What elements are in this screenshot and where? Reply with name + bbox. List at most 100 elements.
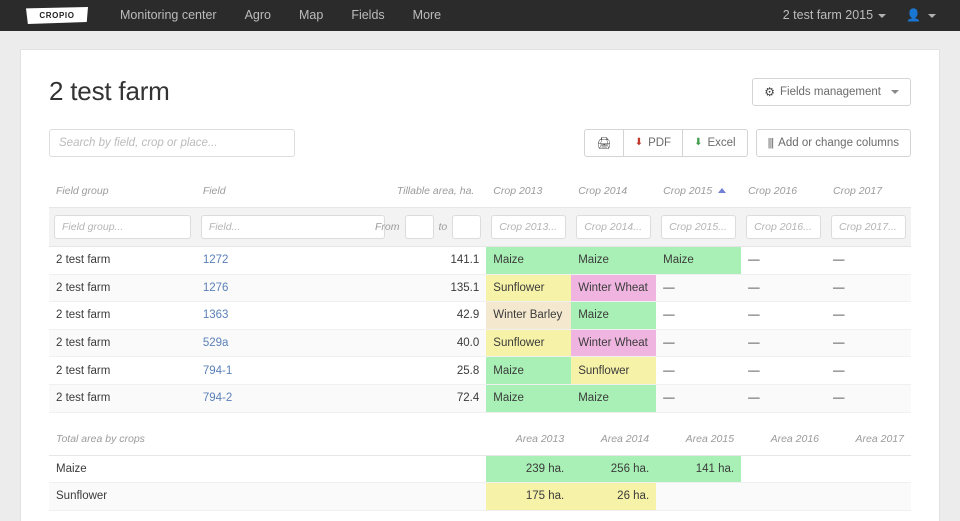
export-pdf-button[interactable]: ⬇ PDF (623, 129, 684, 157)
filter-crop-2014-input[interactable] (576, 215, 652, 239)
filter-field-input[interactable] (200, 215, 385, 239)
table-row[interactable]: 2 test farm 529a 40.0 Sunflower Winter Wheat… (49, 329, 911, 358)
filter-cell-field (195, 207, 390, 247)
cell-crop-2015: — (656, 301, 742, 330)
cropio-logo[interactable]: CROPIO (26, 7, 88, 24)
fields-table: Field group Field Tillable area, ha. Cro… (49, 181, 911, 413)
cell-crop-2013: Sunflower (486, 274, 572, 303)
table-row[interactable]: 2 test farm 794-2 72.4 Maize Maize — — — (49, 384, 911, 413)
primary-nav: Monitoring center Agro Map Fields More (106, 0, 455, 31)
cell-crop-2015: — (656, 356, 742, 385)
search-input[interactable] (49, 129, 295, 157)
nav-item-fields[interactable]: Fields (337, 0, 398, 31)
filter-cell-tillable-area: From to (375, 207, 487, 247)
cell-crop-2014: Winter Wheat (571, 274, 657, 303)
cell-crop-2014: Winter Wheat (571, 329, 657, 358)
field-link[interactable]: 1272 (203, 254, 229, 266)
printer-icon: 🖨 (596, 136, 612, 150)
nav-item-agro[interactable]: Agro (231, 0, 285, 31)
user-menu[interactable]: 👤 (896, 0, 946, 31)
chevron-down-icon (928, 13, 936, 18)
export-excel-label: Excel (707, 137, 736, 149)
export-excel-button[interactable]: ⬇ Excel (683, 129, 748, 157)
cell-crop-2016: — (741, 384, 827, 413)
cell-crop-2013: Winter Barley (486, 301, 572, 330)
cell-crop-2017: — (826, 329, 911, 358)
cell-tillable-area: 42.9 (389, 301, 487, 330)
cell-crop-2015: — (656, 384, 742, 413)
nav-item-monitoring-center[interactable]: Monitoring center (106, 0, 231, 31)
field-link[interactable]: 1363 (203, 309, 229, 321)
cell-crop-2014: Maize (571, 384, 657, 413)
cell-field: 1363 (195, 301, 390, 330)
season-selector-label: 2 test farm 2015 (782, 8, 874, 22)
table-row[interactable]: 2 test farm 1276 135.1 Sunflower Winter Whea… (49, 274, 911, 303)
filter-cell-crop-2015 (656, 207, 742, 247)
filter-crop-2017-input[interactable] (831, 215, 906, 239)
header-actions: ⚙ Fields management (752, 77, 911, 106)
cell-crop-2016: — (741, 329, 827, 358)
col-header-field[interactable]: Field (195, 181, 390, 208)
totals-table-body: Maize 239 ha. 256 ha. 141 ha. Sunflower 175 h… (49, 455, 911, 511)
add-or-change-columns-label: Add or change columns (778, 137, 899, 149)
filter-cell-crop-2017 (826, 207, 911, 247)
page-wrapper: 2 test farm ⚙ Fields management 🖨 ⬇ (0, 31, 960, 521)
chevron-down-icon (878, 13, 887, 18)
nav-item-more[interactable]: More (399, 0, 455, 31)
cell-crop-2013: Maize (486, 384, 572, 413)
navbar-right: 2 test farm 2015 👤 (773, 0, 946, 31)
user-icon: 👤 (906, 8, 921, 22)
cell-crop-2017: — (826, 301, 911, 330)
cell-field: 529a (195, 329, 390, 358)
filter-area-from-input[interactable] (404, 215, 434, 239)
filter-crop-2016-input[interactable] (746, 215, 822, 239)
export-pdf-label: PDF (648, 137, 672, 149)
totals-area-2014: 256 ha. (571, 455, 657, 484)
nav-item-map[interactable]: Map (285, 0, 337, 31)
cell-field-group: 2 test farm (49, 246, 196, 275)
toolbar-actions: 🖨 ⬇ PDF ⬇ Excel ||| Add or change column… (584, 129, 911, 157)
cell-tillable-area: 72.4 (389, 384, 487, 413)
table-row[interactable]: 2 test farm 1363 42.9 Winter Barley Maize — — — (49, 301, 911, 330)
filter-crop-2013-input[interactable] (491, 215, 567, 239)
cell-crop-2017: — (826, 246, 911, 275)
totals-header-row: Total area by crops Area 2013 Area 2014 … (49, 428, 911, 456)
col-header-crop-2017[interactable]: Crop 2017 (826, 181, 911, 208)
print-button[interactable]: 🖨 (584, 129, 624, 157)
chevron-down-icon (891, 89, 899, 94)
add-or-change-columns-button[interactable]: ||| Add or change columns (755, 129, 911, 157)
cell-field-group: 2 test farm (49, 301, 196, 330)
cell-crop-2014: Maize (571, 246, 657, 275)
field-link[interactable]: 794-1 (203, 365, 232, 377)
totals-row: Maize 239 ha. 256 ha. 141 ha. (49, 455, 911, 484)
fields-table-head: Field group Field Tillable area, ha. Cro… (49, 181, 911, 247)
totals-area-2016 (741, 455, 827, 484)
fields-management-button[interactable]: ⚙ Fields management (752, 77, 911, 106)
filter-row: From to (49, 207, 911, 247)
field-link[interactable]: 529a (203, 337, 229, 349)
col-header-crop-2014[interactable]: Crop 2014 (571, 181, 657, 208)
cell-field-group: 2 test farm (49, 329, 196, 358)
totals-area-2013: 239 ha. (486, 455, 572, 484)
col-header-crop-2015[interactable]: Crop 2015 (656, 181, 742, 208)
totals-area-2014: 26 ha. (571, 482, 657, 511)
filter-from-label: From (375, 221, 400, 233)
cell-crop-2015: — (656, 274, 742, 303)
table-row[interactable]: 2 test farm 1272 141.1 Maize Maize Maize — — (49, 246, 911, 275)
cell-tillable-area: 40.0 (389, 329, 487, 358)
table-row[interactable]: 2 test farm 794-1 25.8 Maize Sunflower — — — (49, 356, 911, 385)
page-header: 2 test farm ⚙ Fields management (49, 50, 911, 107)
filter-to-label: to (438, 221, 448, 233)
filter-crop-2015-input[interactable] (661, 215, 737, 239)
totals-table: Total area by crops Area 2013 Area 2014 … (49, 428, 911, 511)
col-header-field-group[interactable]: Field group (49, 181, 196, 208)
col-header-crop-2013[interactable]: Crop 2013 (486, 181, 572, 208)
filter-area-to-input[interactable] (452, 215, 482, 239)
field-link[interactable]: 1276 (203, 282, 229, 294)
col-header-crop-2016[interactable]: Crop 2016 (741, 181, 827, 208)
filter-field-group-input[interactable] (54, 215, 191, 239)
page-title: 2 test farm (49, 76, 170, 106)
field-link[interactable]: 794-2 (203, 392, 232, 404)
col-header-tillable-area[interactable]: Tillable area, ha. (389, 181, 487, 208)
season-selector[interactable]: 2 test farm 2015 (773, 0, 896, 31)
